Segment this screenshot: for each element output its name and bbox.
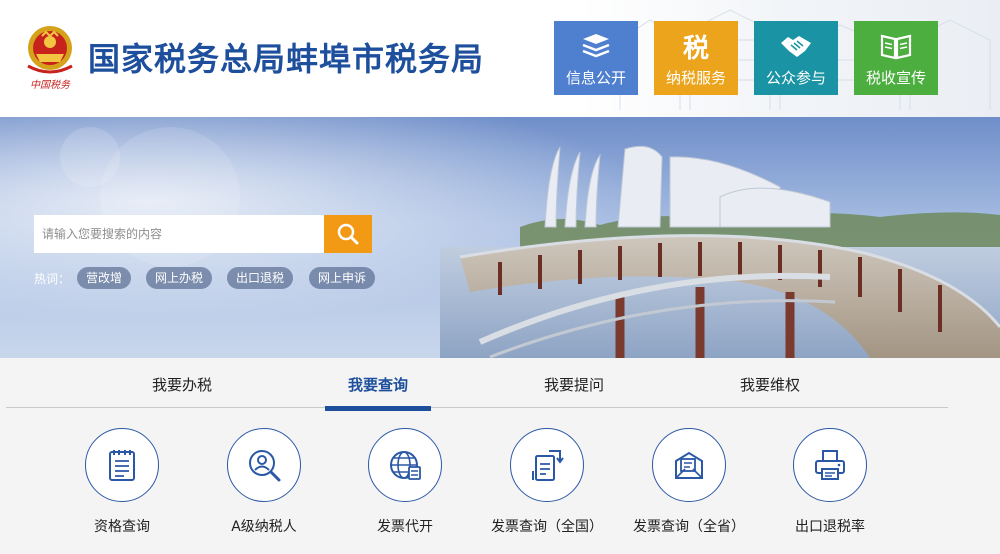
query-label: 发票查询（全国）: [491, 519, 603, 535]
handshake-icon: [781, 36, 811, 57]
search-input[interactable]: [34, 215, 324, 253]
query-icon-circle: [85, 428, 159, 502]
search-button[interactable]: [324, 215, 372, 253]
user-search-icon: [249, 450, 281, 482]
tab-protect-rights[interactable]: 我要维权: [717, 374, 823, 408]
site-title[interactable]: 国家税务总局蚌埠市税务局: [88, 34, 484, 80]
query-icon-circle: [227, 428, 301, 502]
query-export-rebate-rate[interactable]: 出口退税率: [765, 428, 895, 548]
service-tab-bar: 我要办税 我要查询 我要提问 我要维权: [6, 358, 948, 411]
tax-char-icon: 税: [683, 34, 709, 61]
tab-query[interactable]: 我要查询: [325, 374, 431, 411]
svg-text:税: 税: [683, 34, 709, 61]
invoice-box-icon: [675, 451, 703, 479]
nav-tile-label: 纳税服务: [665, 69, 726, 87]
globe-icon: [390, 451, 421, 480]
query-label: 发票代开: [377, 519, 433, 535]
nav-tile-label: 公众参与: [765, 69, 826, 87]
document-list-icon: [109, 450, 135, 481]
nav-tile-label: 信息公开: [565, 69, 626, 87]
query-icon-circle: [793, 428, 867, 502]
hot-tag[interactable]: 网上办税: [146, 267, 213, 289]
tab-ask-question[interactable]: 我要提问: [521, 374, 627, 408]
query-label: 发票查询（全省）: [633, 519, 745, 535]
query-icon-circle: [368, 428, 442, 502]
query-label: 出口退税率: [795, 519, 865, 535]
hot-tag[interactable]: 网上申诉: [309, 267, 376, 289]
search-box: [34, 215, 372, 253]
hot-tag[interactable]: 营改增: [77, 267, 132, 289]
book-icon: [880, 34, 912, 60]
query-invoice-issuing[interactable]: 发票代开: [340, 428, 470, 548]
printer-icon: [815, 450, 845, 480]
query-label: A级纳税人: [231, 519, 297, 535]
emblem-text: 中国税务: [30, 79, 71, 91]
query-qualification[interactable]: 资格查询: [57, 428, 187, 548]
nav-tile-label: 税收宣传: [865, 69, 926, 87]
query-a-level-taxpayer[interactable]: A级纳税人: [199, 428, 329, 548]
nav-tile-tax-publicity[interactable]: 税收宣传: [854, 21, 938, 95]
stack-icon: [582, 34, 610, 58]
search-icon: [337, 223, 359, 245]
nav-tile-public-participation[interactable]: 公众参与: [754, 21, 838, 95]
nav-tile-info-disclosure[interactable]: 信息公开: [554, 21, 638, 95]
hot-tag[interactable]: 出口退税: [227, 267, 294, 289]
hero-banner: 热词： 营改增 网上办税 出口退税 网上申诉: [0, 117, 1000, 358]
query-icon-circle: [510, 428, 584, 502]
query-invoice-provincial[interactable]: 发票查询（全省）: [624, 428, 754, 548]
site-header: 中国税务 国家税务总局蚌埠市税务局 信息公开 税 纳税服务 公众参与 税收宣传: [0, 0, 1000, 117]
query-invoice-national[interactable]: 发票查询（全国）: [482, 428, 612, 548]
invoice-exchange-icon: [532, 450, 564, 481]
tax-emblem-logo[interactable]: 中国税务: [22, 22, 78, 92]
hot-words-label: 热词：: [34, 272, 71, 286]
query-label: 资格查询: [94, 519, 150, 535]
tab-handle-tax[interactable]: 我要办税: [129, 374, 235, 408]
query-icon-circle: [652, 428, 726, 502]
nav-tile-tax-service[interactable]: 税 纳税服务: [654, 21, 738, 95]
service-section: 我要办税 我要查询 我要提问 我要维权 资格查询 A级纳税人 发票代开 发票查询…: [0, 358, 1000, 554]
